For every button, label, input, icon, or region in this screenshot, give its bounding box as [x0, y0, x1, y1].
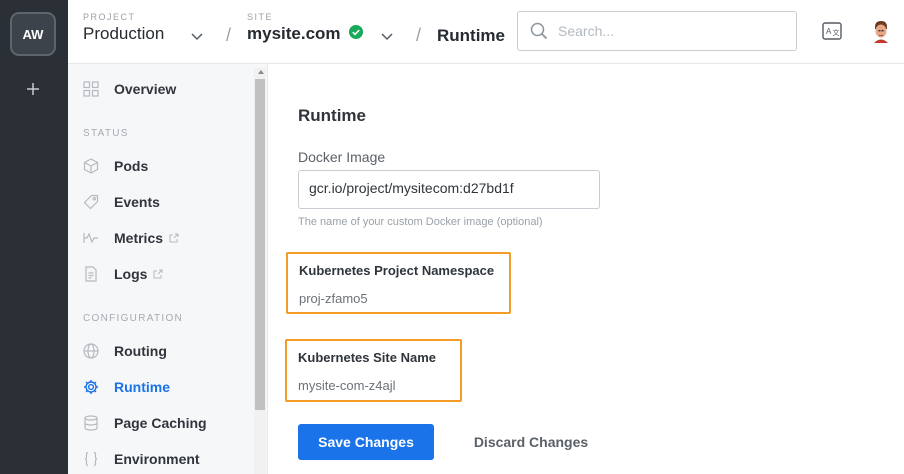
project-name: Production — [83, 24, 165, 43]
namespace-highlight-box: Kubernetes Project Namespace proj-zfamo5 — [286, 252, 511, 314]
sidebar-item-label: Pods — [114, 158, 149, 174]
sidebar-item-label: Routing — [114, 343, 167, 359]
sidebar-item-routing[interactable]: Routing — [82, 339, 167, 363]
globe-icon — [82, 342, 100, 360]
site-name-highlight-box: Kubernetes Site Name mysite-com-z4ajl — [285, 339, 462, 402]
site-name: mysite.com — [247, 24, 341, 43]
sidebar-item-label: Overview — [114, 81, 177, 97]
page-breadcrumb: Runtime — [437, 26, 505, 45]
site-caption: SITE — [247, 12, 274, 22]
sidebar-item-label: Metrics — [114, 230, 164, 246]
sidebar-item-metrics[interactable]: Metrics — [82, 226, 179, 250]
sidebar-item-environment[interactable]: Environment — [82, 447, 200, 471]
sidebar-item-label: Environment — [114, 451, 200, 467]
external-link-icon — [169, 230, 179, 246]
tag-icon — [82, 193, 100, 211]
grid-icon — [82, 80, 100, 98]
sidebar-item-runtime[interactable]: Runtime — [82, 375, 170, 399]
site-breadcrumb[interactable]: SITE mysite.com — [247, 12, 363, 44]
breadcrumb-separator: / — [226, 25, 232, 45]
site-name-label: Kubernetes Site Name — [298, 350, 436, 365]
check-circle-icon — [348, 24, 363, 44]
configuration-section-heading: CONFIGURATION — [83, 313, 184, 324]
document-icon — [82, 265, 100, 283]
sidebar-item-pods[interactable]: Pods — [82, 154, 148, 178]
svg-text:文: 文 — [833, 28, 840, 37]
search-box[interactable] — [517, 11, 797, 51]
docker-image-help: The name of your custom Docker image (op… — [298, 216, 543, 228]
sidebar-nav: Overview STATUS Pods Events Metrics Logs… — [68, 64, 268, 474]
sidebar-item-logs[interactable]: Logs — [82, 262, 163, 286]
sidebar-item-label: Page Caching — [114, 415, 207, 431]
external-link-icon — [153, 266, 163, 282]
search-icon — [530, 22, 548, 45]
sidebar-item-events[interactable]: Events — [82, 190, 160, 214]
scroll-up-arrow-icon[interactable] — [258, 70, 264, 74]
workspace-rail: AW — [0, 0, 68, 474]
discard-changes-button[interactable]: Discard Changes — [473, 424, 589, 460]
sidebar-item-label: Runtime — [114, 379, 170, 395]
workspace-avatar-button[interactable]: AW — [10, 12, 56, 56]
translate-icon[interactable]: A文 — [822, 22, 842, 45]
sidebar-scrollbar-thumb[interactable] — [255, 79, 265, 410]
site-name-value: mysite-com-z4ajl — [298, 378, 396, 393]
sidebar-item-label: Events — [114, 194, 160, 210]
svg-text:A: A — [826, 27, 832, 36]
project-chevron-down-icon[interactable] — [191, 28, 203, 46]
top-header: PROJECT Production / SITE mysite.com / R… — [68, 0, 904, 64]
section-title: Runtime — [298, 106, 366, 125]
sidebar-item-label: Logs — [114, 266, 148, 282]
user-avatar[interactable] — [870, 19, 892, 43]
save-changes-button[interactable]: Save Changes — [298, 424, 434, 460]
breadcrumb-separator: / — [416, 25, 422, 45]
box-icon — [82, 157, 100, 175]
docker-image-label: Docker Image — [298, 149, 386, 165]
status-section-heading: STATUS — [83, 128, 129, 139]
braces-icon — [82, 450, 100, 468]
docker-image-input[interactable]: gcr.io/project/mysitecom:d27bd1f — [298, 170, 600, 209]
namespace-value: proj-zfamo5 — [299, 291, 368, 306]
site-chevron-down-icon[interactable] — [381, 28, 393, 46]
sidebar-item-page-caching[interactable]: Page Caching — [82, 411, 207, 435]
database-icon — [82, 414, 100, 432]
search-input[interactable] — [558, 21, 778, 41]
project-breadcrumb[interactable]: PROJECT Production — [83, 12, 164, 44]
pulse-icon — [82, 229, 100, 247]
namespace-label: Kubernetes Project Namespace — [299, 263, 495, 278]
sidebar-item-overview[interactable]: Overview — [82, 77, 176, 101]
gear-icon — [82, 378, 100, 396]
add-workspace-icon[interactable] — [22, 78, 44, 100]
runtime-settings-panel: Runtime Docker Image gcr.io/project/mysi… — [269, 64, 904, 474]
project-caption: PROJECT — [83, 12, 136, 22]
